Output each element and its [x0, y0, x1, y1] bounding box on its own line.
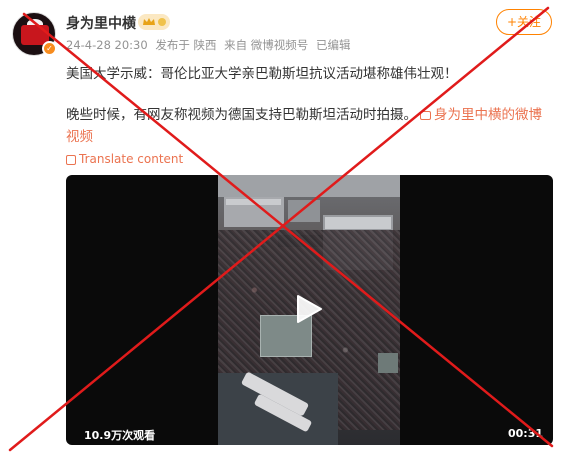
post-username[interactable]: 身为里中横: [66, 13, 136, 33]
post-text-line2: 晚些时候，有网友称视频为德国支持巴勒斯坦活动时拍摄。 身为里中横的微博视频: [66, 104, 551, 148]
post-text-body: 晚些时候，有网友称视频为德国支持巴勒斯坦活动时拍摄。: [66, 107, 417, 123]
follow-button[interactable]: +关注: [496, 9, 552, 35]
post-text-line1: 美国大学示威：哥伦比亚大学亲巴勒斯坦抗议活动堪称雄伟壮观！: [66, 66, 458, 82]
video-duration: 00:31: [507, 427, 543, 440]
post-meta: 24-4-28 20:30 发布于 陕西 来自 微博视频号 已编辑: [66, 37, 354, 53]
translate-button[interactable]: Translate content: [66, 152, 183, 166]
post-edited[interactable]: 已编辑: [316, 38, 351, 52]
video-link-icon: [420, 110, 431, 120]
post-source[interactable]: 来自 微博视频号: [224, 38, 308, 52]
translate-label: Translate content: [79, 152, 184, 166]
verified-badge-icon: ✓: [42, 41, 57, 56]
video-views: 10.9万次观看: [84, 429, 156, 442]
post-location: 发布于 陕西: [155, 38, 217, 52]
translate-icon: [66, 154, 76, 165]
post-datetime[interactable]: 24-4-28 20:30: [66, 38, 148, 52]
play-icon[interactable]: [294, 293, 324, 325]
crown-badge-icon: [138, 14, 170, 30]
video-player[interactable]: 10.9万次观看 00:31: [66, 175, 553, 445]
